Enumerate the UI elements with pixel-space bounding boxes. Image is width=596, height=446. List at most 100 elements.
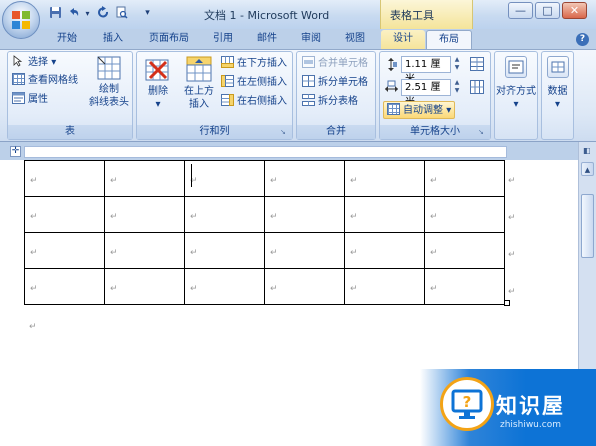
tab-mailings[interactable]: 邮件 [248, 30, 286, 49]
data-button[interactable]: 数据 ▾ [542, 56, 573, 111]
tab-review[interactable]: 审阅 [292, 30, 330, 49]
insert-left-button[interactable]: 在左侧插入 [221, 74, 287, 91]
ribbon: 选择 ▾ 查看网格线 属性 绘制 斜线表头 表 删除 ▾ 在上方 插入 在下方插… [0, 49, 596, 142]
table-row: ↵ ↵ ↵ ↵ ↵ ↵ [24, 196, 505, 233]
split-cells-label: 拆分单元格 [318, 77, 368, 88]
group-cell-size: 1.11 厘米 ▲▼ 2.51 厘米 ▲▼ 自动调整 ▾ 单元格大小 ↘ [379, 51, 491, 140]
select-button[interactable]: 选择 ▾ [12, 54, 56, 71]
table-cell[interactable]: ↵ [184, 196, 265, 233]
column-width-input[interactable]: 2.51 厘米 [401, 79, 451, 108]
table-cell[interactable]: ↵ [264, 196, 345, 233]
table-cell[interactable]: ↵ [264, 232, 345, 269]
row-height-input[interactable]: 1.11 厘米 [401, 56, 451, 85]
group-merge: 合并单元格 拆分单元格 拆分表格 合并 [296, 51, 376, 140]
distribute-rows-icon[interactable] [470, 57, 484, 71]
diagonal-header-icon [97, 56, 121, 80]
ruler-toggle-icon[interactable]: ◧ [583, 146, 592, 155]
column-width-spinner[interactable]: ▲ ▼ [453, 79, 461, 96]
tab-references[interactable]: 引用 [204, 30, 242, 49]
help-icon[interactable]: ? [576, 33, 589, 46]
tab-insert[interactable]: 插入 [94, 30, 132, 49]
autofit-button[interactable]: 自动调整 ▾ [383, 101, 456, 119]
print-preview-icon[interactable] [114, 6, 129, 21]
delete-label: 删除 [148, 86, 168, 97]
redo-icon[interactable] [96, 6, 111, 21]
office-button[interactable] [2, 1, 40, 39]
table-cell[interactable]: ↵ [344, 196, 425, 233]
split-cells-button[interactable]: 拆分单元格 [302, 74, 368, 91]
split-table-icon [302, 94, 315, 106]
window-title: 文档 1 - Microsoft Word [204, 9, 330, 22]
view-gridlines-label: 查看网格线 [28, 75, 78, 86]
document-table[interactable]: ↵ ↵ ↵ ↵ ↵ ↵ ↵ ↵ ↵ ↵ ↵ ↵ ↵ ↵ ↵ ↵ ↵ ↵ ↵ ↵ ↵ ↵ ↵ ↵ [24, 160, 505, 305]
maximize-button[interactable]: □ [535, 2, 560, 19]
tab-design[interactable]: 设计 [381, 30, 425, 49]
table-cell[interactable]: ↵ [424, 268, 505, 305]
scroll-up-button[interactable]: ▲ [581, 162, 594, 176]
text-cursor [191, 164, 192, 187]
table-cell[interactable]: ↵ [424, 232, 505, 269]
view-gridlines-button[interactable]: 查看网格线 [12, 72, 78, 89]
move-handle-icon[interactable]: ✛ [10, 146, 21, 157]
group-table: 选择 ▾ 查看网格线 属性 绘制 斜线表头 表 [7, 51, 133, 140]
table-cell[interactable]: ↵ [104, 196, 185, 233]
horizontal-ruler[interactable] [24, 146, 507, 158]
group-table-label: 表 [8, 125, 132, 139]
cell-size-dialog-launcher-icon[interactable]: ↘ [478, 128, 487, 137]
insert-right-icon [221, 94, 234, 106]
table-cell[interactable]: ↵ [24, 196, 105, 233]
close-button[interactable]: ✕ [562, 2, 587, 19]
table-cell[interactable]: ↵ [184, 160, 265, 197]
merge-cells-button[interactable]: 合并单元格 [302, 55, 368, 72]
table-cell[interactable]: ↵ [264, 268, 345, 305]
tab-home[interactable]: 开始 [48, 30, 86, 49]
minimize-button[interactable]: — [508, 2, 533, 19]
scroll-thumb[interactable] [581, 194, 594, 258]
table-cell[interactable]: ↵ [24, 160, 105, 197]
delete-dropdown-arrow: ▾ [155, 99, 161, 110]
tab-page-layout[interactable]: 页面布局 [138, 30, 200, 49]
data-dropdown-arrow: ▾ [554, 99, 561, 110]
split-table-button[interactable]: 拆分表格 [302, 93, 358, 110]
tab-view[interactable]: 视图 [336, 30, 374, 49]
insert-below-button[interactable]: 在下方插入 [221, 55, 287, 72]
customize-quick-access-icon[interactable]: ▾ [140, 6, 155, 21]
row-end-mark: ↵ [508, 250, 516, 260]
insert-right-button[interactable]: 在右侧插入 [221, 93, 287, 110]
insert-above-icon [186, 56, 212, 82]
insert-above-button[interactable]: 在上方 插入 [179, 56, 219, 111]
table-cell[interactable]: ↵ [264, 160, 345, 197]
table-cell[interactable]: ↵ [424, 196, 505, 233]
rows-columns-dialog-launcher-icon[interactable]: ↘ [280, 128, 289, 137]
table-cell[interactable]: ↵ [344, 160, 425, 197]
table-cell[interactable]: ↵ [24, 232, 105, 269]
properties-button[interactable]: 属性 [12, 91, 48, 108]
draw-diagonal-header-button[interactable]: 绘制 斜线表头 [86, 56, 132, 109]
table-cell[interactable]: ↵ [104, 268, 185, 305]
table-cell[interactable]: ↵ [424, 160, 505, 197]
save-icon[interactable] [48, 6, 63, 21]
group-alignment: 对齐方式 ▾ [494, 51, 538, 140]
undo-icon[interactable] [66, 6, 81, 21]
table-cell[interactable]: ↵ [344, 232, 425, 269]
tab-layout[interactable]: 布局 [426, 30, 472, 49]
title-bar: ▾ ▾ 文档 1 - Microsoft Word 表格工具 — □ ✕ [0, 0, 596, 29]
draw-diagonal-label-line1: 绘制 [99, 84, 119, 95]
table-cell[interactable]: ↵ [344, 268, 425, 305]
group-cell-size-label: 单元格大小 [380, 125, 490, 139]
table-row: ↵ ↵ ↵ ↵ ↵ ↵ [24, 160, 505, 197]
alignment-button[interactable]: 对齐方式 ▾ [495, 56, 537, 111]
delete-button[interactable]: 删除 ▾ [140, 56, 176, 111]
table-resize-handle[interactable] [504, 300, 510, 306]
table-cell[interactable]: ↵ [184, 268, 265, 305]
table-cell[interactable]: ↵ [184, 232, 265, 269]
table-row: ↵ ↵ ↵ ↵ ↵ ↵ [24, 268, 505, 305]
table-properties-icon [12, 92, 25, 104]
group-rows-columns: 删除 ▾ 在上方 插入 在下方插入 在左侧插入 在右侧插入 行和列 ↘ [136, 51, 293, 140]
undo-dropdown-icon[interactable]: ▾ [80, 6, 95, 21]
row-height-spinner[interactable]: ▲ ▼ [453, 56, 461, 73]
table-cell[interactable]: ↵ [104, 232, 185, 269]
distribute-columns-icon[interactable] [470, 80, 484, 94]
table-cell[interactable]: ↵ [24, 268, 105, 305]
table-cell[interactable]: ↵ [104, 160, 185, 197]
